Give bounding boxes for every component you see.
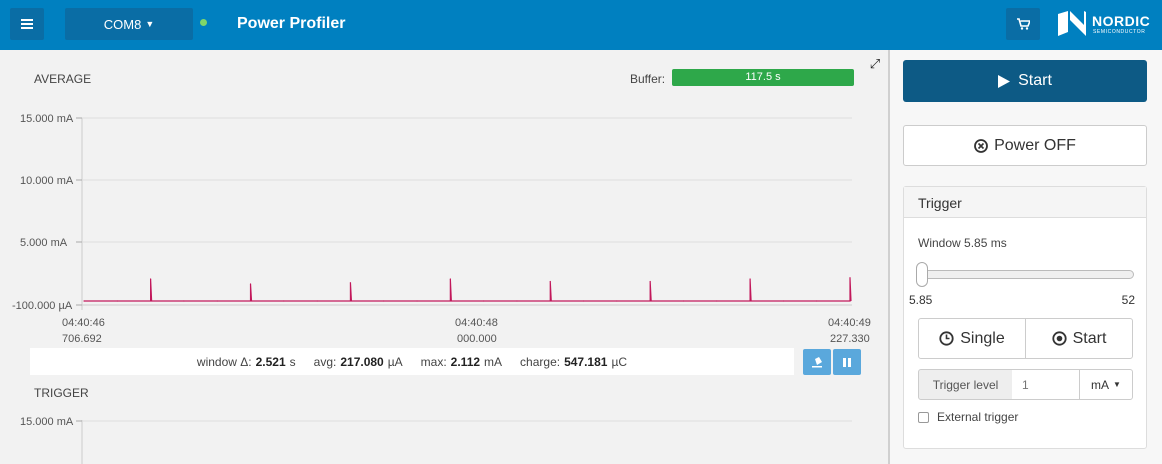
x-tick-sub: 000.000 [457, 333, 497, 345]
charge-value: 547.181 [564, 354, 608, 369]
max-label: max: [420, 354, 447, 369]
average-chart[interactable]: 15.000 mA 10.000 mA 5.000 mA -100.000 µA… [0, 50, 888, 464]
y-tick-label: -100.000 µA [12, 300, 73, 312]
single-label: Single [960, 329, 1005, 347]
cart-icon [1016, 18, 1030, 30]
port-label: COM8 [103, 16, 142, 32]
trigger-level-input[interactable] [1012, 369, 1080, 400]
trigger-unit-label: mA [1091, 377, 1110, 392]
window-value: 2.521 [255, 354, 286, 369]
start-label: Start [1018, 72, 1052, 89]
logo-name: NORDIC [1092, 13, 1151, 29]
menu-button[interactable] [10, 8, 44, 40]
slider-min: 5.85 [909, 293, 933, 307]
avg-label: avg: [313, 354, 337, 369]
average-series [83, 277, 852, 302]
stats-bar: window Δ: 2.521 s avg: 217.080 µA max: 2… [30, 348, 794, 375]
app-title: Power Profiler [237, 15, 346, 32]
power-off-label: Power OFF [994, 136, 1076, 154]
chart-area: AVERAGE Buffer: 117.5 s ⤢ 15.000 mA 10.0… [0, 50, 888, 464]
max-value: 2.112 [450, 354, 481, 369]
sidebar: Start Power OFF Trigger Window 5.85 ms 5… [890, 50, 1162, 464]
hamburger-icon [21, 19, 33, 29]
x-tick-sub: 706.692 [62, 333, 102, 345]
single-trigger-button[interactable]: Single [918, 318, 1026, 359]
charge-label: charge: [520, 354, 561, 369]
logo-sub: SEMICONDUCTOR [1093, 29, 1146, 35]
external-trigger-option[interactable]: External trigger [918, 410, 1018, 424]
window-unit: s [289, 354, 296, 369]
window-slider[interactable] [918, 270, 1134, 279]
avg-value: 217.080 [340, 354, 384, 369]
x-tick-sub: 227.330 [830, 333, 870, 345]
charge-unit: µC [611, 354, 628, 369]
trigger-level-label: Trigger level [918, 369, 1013, 400]
eraser-icon [812, 356, 822, 367]
power-off-button[interactable]: Power OFF [903, 125, 1147, 166]
trigger-start-button[interactable]: Start [1025, 318, 1133, 359]
clear-selection-button[interactable] [803, 349, 831, 375]
trigger-title: Trigger [904, 187, 1146, 218]
window-slider-handle[interactable] [916, 262, 928, 287]
y-tick-label: 10.000 mA [20, 175, 74, 187]
close-circle-icon [974, 138, 988, 153]
start-button[interactable]: Start [903, 60, 1147, 102]
slider-max: 52 [1121, 293, 1135, 307]
window-size-label: Window 5.85 ms [918, 236, 1007, 250]
trigger-unit-dropdown[interactable]: mA ▼ [1079, 369, 1133, 400]
caret-down-icon: ▼ [145, 19, 155, 29]
connection-status-dot [200, 19, 207, 26]
y-tick-label: 15.000 mA [20, 113, 74, 125]
trigger-y-tick-label: 15.000 mA [20, 416, 74, 428]
trigger-chart-label: TRIGGER [34, 386, 89, 400]
max-unit: mA [484, 354, 503, 369]
trigger-panel: Trigger Window 5.85 ms 5.85 52 Single St… [903, 186, 1147, 449]
record-icon [1051, 331, 1067, 346]
caret-down-icon: ▼ [1113, 380, 1121, 389]
clock-icon [939, 331, 954, 346]
cart-button[interactable] [1006, 8, 1040, 40]
external-trigger-checkbox[interactable] [918, 411, 929, 423]
avg-unit: µA [387, 354, 403, 369]
trigger-start-label: Start [1072, 329, 1107, 347]
nordic-logo: NORDIC SEMICONDUCTOR [1056, 9, 1152, 41]
top-bar: COM8 ▼ Power Profiler NORDIC SEMICONDUCT… [0, 0, 1162, 50]
x-tick-time: 04:40:46 [62, 317, 105, 329]
window-label: window Δ: [196, 354, 252, 369]
port-selector[interactable]: COM8 ▼ [65, 8, 193, 40]
play-icon [998, 74, 1011, 88]
x-tick-time: 04:40:48 [455, 317, 498, 329]
pause-button[interactable] [833, 349, 861, 375]
x-tick-time: 04:40:49 [828, 317, 871, 329]
y-tick-label: 5.000 mA [20, 237, 68, 249]
nordic-mark-icon [1058, 11, 1086, 36]
average-series-line [84, 277, 852, 302]
external-trigger-label: External trigger [937, 410, 1019, 424]
pause-icon [843, 357, 851, 367]
